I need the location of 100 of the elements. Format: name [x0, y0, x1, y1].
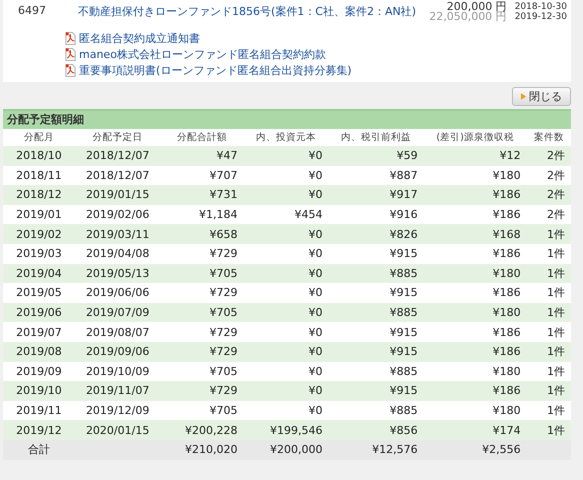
table-cell: ¥915	[328, 244, 424, 264]
table-cell: 1件	[526, 244, 571, 264]
table-cell: ¥729	[160, 244, 244, 264]
table-cell: 1件	[526, 224, 571, 244]
table-cell: 1件	[526, 420, 571, 440]
total-cell: ¥2,556	[424, 440, 527, 460]
table-cell: ¥0	[243, 166, 329, 186]
table-cell: ¥915	[328, 342, 424, 362]
table-cell: ¥174	[424, 420, 527, 440]
table-cell: 2019/03	[3, 244, 75, 264]
table-cell: ¥705	[160, 362, 244, 382]
document-link[interactable]: maneo株式会社ローンファンド匿名組合契約約款	[79, 46, 326, 62]
table-cell: 1件	[526, 302, 571, 322]
table-cell: ¥885	[328, 302, 424, 322]
table-cell: ¥885	[328, 264, 424, 284]
column-header: 分配予定日	[74, 129, 160, 146]
section-header: 分配予定額明細	[3, 111, 571, 129]
table-cell: ¥59	[328, 146, 424, 166]
table-cell: ¥180	[424, 400, 527, 420]
play-icon	[521, 93, 526, 100]
table-cell: ¥705	[160, 400, 244, 420]
total-cell: ¥12,576	[328, 440, 424, 460]
table-cell: 2019/11	[3, 400, 75, 420]
column-header: 内、投資元本	[243, 129, 329, 146]
table-cell: 2019/07	[3, 322, 75, 342]
table-cell: ¥915	[328, 322, 424, 342]
table-cell: ¥186	[424, 204, 527, 224]
table-cell: 2018/12/07	[74, 166, 160, 186]
table-cell: ¥180	[424, 264, 527, 284]
table-cell: 2019/10/09	[74, 362, 160, 382]
table-cell: 2件	[526, 185, 571, 205]
table-cell: ¥186	[424, 244, 527, 264]
table-cell: 1件	[526, 342, 571, 362]
table-cell: 2020/01/15	[74, 420, 160, 440]
table-cell: ¥707	[160, 166, 244, 186]
table-cell: ¥199,546	[243, 420, 329, 440]
date-text: 2018-10-30	[514, 2, 567, 12]
amount-text: 22,050,000 円	[429, 12, 507, 22]
table-cell: ¥186	[424, 185, 527, 205]
table-cell: ¥729	[160, 342, 244, 362]
table-cell: ¥731	[160, 185, 244, 205]
table-cell: 2019/09	[3, 362, 75, 382]
table-cell: ¥916	[328, 204, 424, 224]
column-header: 分配月	[3, 129, 75, 146]
table-cell: 1件	[526, 322, 571, 342]
table-cell: 2019/11/07	[74, 381, 160, 401]
table-cell: ¥180	[424, 166, 527, 186]
total-cell: ¥210,020	[160, 440, 244, 460]
table-cell: ¥885	[328, 362, 424, 382]
table-cell: ¥12	[424, 146, 527, 166]
table-cell: ¥0	[243, 302, 329, 322]
document-link[interactable]: 匿名組合契約成立通知書	[79, 30, 200, 46]
document-link[interactable]: 重要事項説明書(ローンファンド匿名組合出資持分募集)	[79, 62, 352, 78]
date-text: 2019-12-30	[514, 12, 567, 22]
column-header: 内、税引前利益	[328, 129, 424, 146]
table-cell: 1件	[526, 283, 571, 303]
total-label: 合計	[3, 440, 75, 460]
table-cell: ¥180	[424, 362, 527, 382]
table-cell: 2019/05	[3, 283, 75, 303]
table-cell: ¥0	[243, 362, 329, 382]
table-cell: ¥729	[160, 322, 244, 342]
table-cell: ¥887	[328, 166, 424, 186]
table-cell: ¥885	[328, 400, 424, 420]
table-cell: 2019/04/08	[74, 244, 160, 264]
table-cell: ¥186	[424, 342, 527, 362]
table-cell: ¥729	[160, 283, 244, 303]
table-cell: ¥0	[243, 244, 329, 264]
table-cell: 2019/04	[3, 264, 75, 284]
table-cell: ¥915	[328, 381, 424, 401]
table-cell: 1件	[526, 264, 571, 284]
table-cell: ¥186	[424, 283, 527, 303]
table-cell: ¥0	[243, 146, 329, 166]
column-header: (差引)源泉徴収税	[424, 129, 527, 146]
table-cell: 2019/07/09	[74, 302, 160, 322]
table-cell: 2018/12	[3, 185, 75, 205]
table-cell: ¥0	[243, 185, 329, 205]
amount-text: 200,000 円	[446, 2, 507, 12]
table-cell: 2018/10	[3, 146, 75, 166]
table-cell: 1件	[526, 362, 571, 382]
table-cell: 2019/01	[3, 204, 75, 224]
table-cell: 2019/10	[3, 381, 75, 401]
close-button[interactable]: 閉じる	[512, 87, 571, 106]
table-cell: ¥826	[328, 224, 424, 244]
table-cell: 2019/08	[3, 342, 75, 362]
table-cell: ¥0	[243, 381, 329, 401]
table-cell: ¥0	[243, 322, 329, 342]
table-cell: ¥0	[243, 283, 329, 303]
table-cell: ¥729	[160, 381, 244, 401]
table-cell: 2件	[526, 204, 571, 224]
table-cell: 2019/12/09	[74, 400, 160, 420]
table-cell: ¥705	[160, 302, 244, 322]
pdf-file-icon	[65, 64, 76, 76]
table-cell: 2019/05/13	[74, 264, 160, 284]
table-cell: ¥0	[243, 224, 329, 244]
table-cell: 2019/08/07	[74, 322, 160, 342]
table-cell: ¥186	[424, 381, 527, 401]
fund-title-link[interactable]: 不動産担保付きローンファンド1856号(案件1：C社、案件2：AN社)	[78, 4, 430, 19]
table-cell: ¥454	[243, 204, 329, 224]
fund-id: 6497	[17, 4, 47, 17]
table-cell: ¥0	[243, 400, 329, 420]
